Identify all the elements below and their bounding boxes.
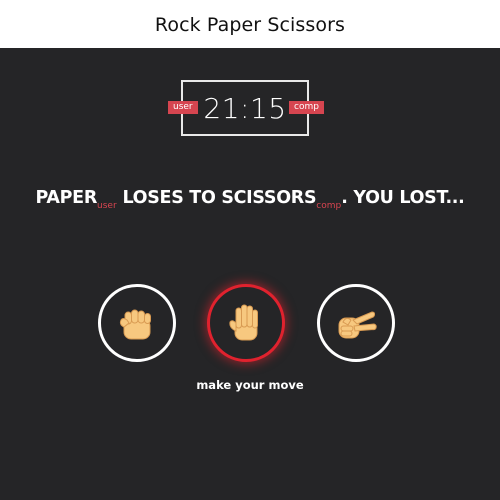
scissors-hand-icon	[338, 311, 377, 339]
app-header: Rock Paper Scissors	[0, 0, 500, 48]
result-verb: LOSES TO	[122, 188, 216, 208]
paper-button[interactable]	[207, 284, 285, 362]
result-user-tag: user	[97, 201, 117, 211]
rock-hand-icon	[119, 309, 151, 340]
result-user-choice: PAPER	[35, 188, 98, 208]
scissors-button[interactable]	[317, 284, 395, 362]
paper-hand-icon	[229, 304, 258, 341]
comp-badge: comp	[289, 101, 324, 114]
game-area: 21:15 user comp PAPERuser LOSES TO SCISS…	[0, 48, 500, 500]
page: Rock Paper Scissors 21:15 user comp PAPE…	[0, 0, 500, 500]
result-comp-tag: comp	[316, 201, 342, 211]
rock-button[interactable]	[98, 284, 176, 362]
result-comp-choice: SCISSORS	[221, 188, 317, 208]
result-message: PAPERuser LOSES TO SCISSORScomp. YOU LOS…	[0, 188, 500, 211]
user-badge: user	[168, 101, 198, 114]
make-move-hint: make your move	[196, 378, 304, 392]
page-title: Rock Paper Scissors	[154, 14, 346, 36]
result-outcome: . YOU LOST...	[341, 188, 465, 208]
